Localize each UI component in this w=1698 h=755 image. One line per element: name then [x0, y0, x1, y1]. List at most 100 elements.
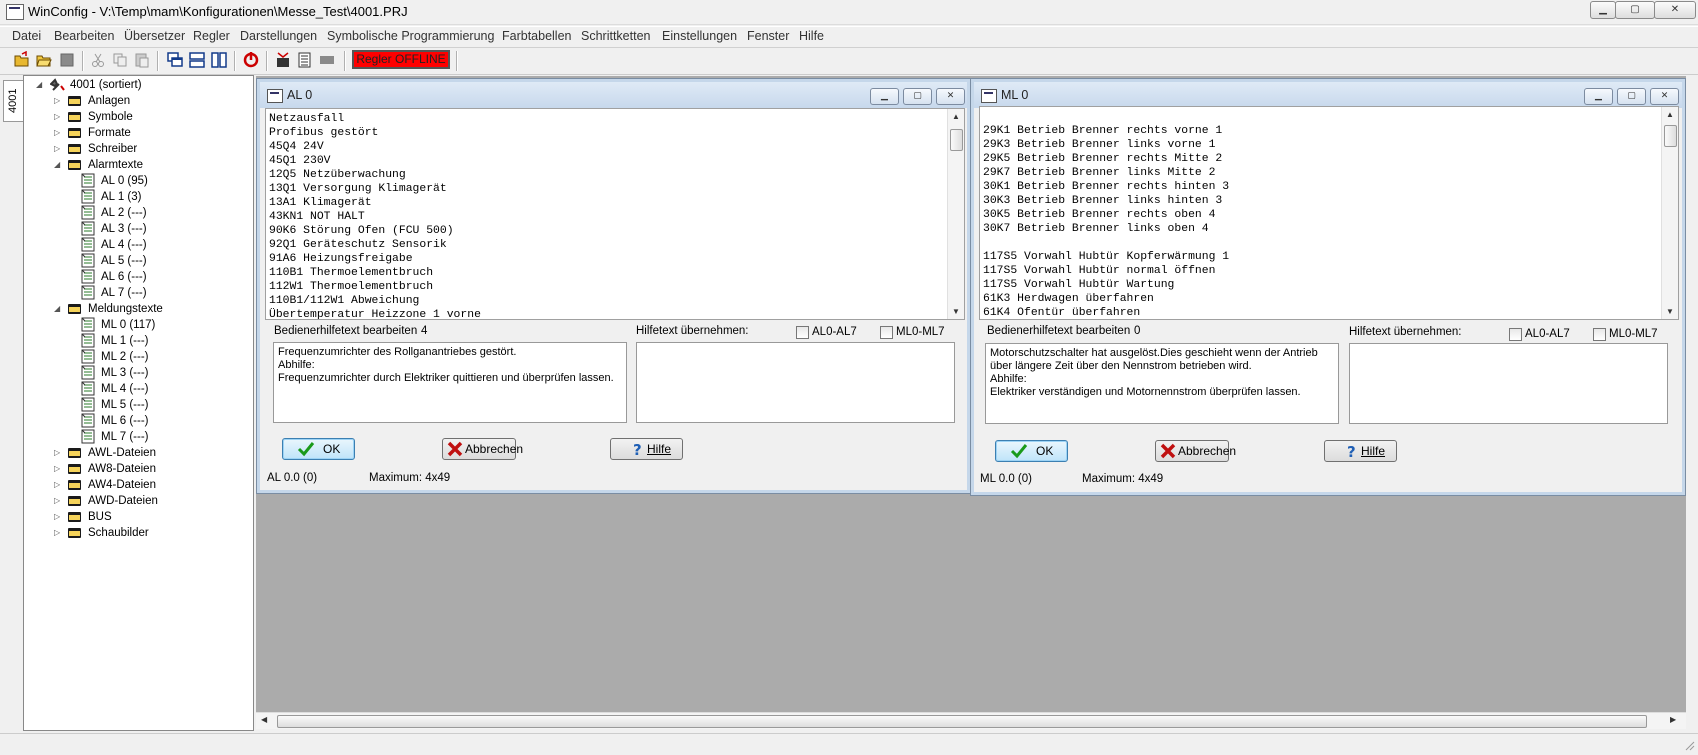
cut-icon[interactable]	[89, 51, 107, 69]
list-item[interactable]: 110B1/112W1 Abweichung	[269, 294, 481, 308]
al-cancel-button[interactable]: Abbrechen	[442, 438, 523, 460]
collapse-arrow-icon[interactable]: ◢	[54, 160, 63, 169]
ml-maximize-button[interactable]: ▢	[1617, 88, 1646, 105]
menu-uebersetzer[interactable]: Übersetzer	[124, 29, 185, 43]
expand-arrow-icon[interactable]: ▷	[54, 128, 63, 137]
list-item[interactable]: 110B1 Thermoelementbruch	[269, 266, 481, 280]
save-icon[interactable]	[58, 51, 76, 69]
scroll-down-icon[interactable]: ▼	[1666, 307, 1674, 316]
al-ml0-ml7-checkbox[interactable]	[880, 326, 893, 339]
list-item[interactable]: 30K7 Betrieb Brenner links oben 4	[983, 222, 1229, 236]
ml-take-help-text[interactable]	[1349, 343, 1668, 424]
ml-ml0-ml7-checkbox[interactable]	[1593, 328, 1606, 341]
expand-arrow-icon[interactable]: ▷	[54, 464, 63, 473]
ml-text-list[interactable]: 29K1 Betrieb Brenner rechts vorne 1 29K3 …	[979, 106, 1679, 320]
menu-fenster[interactable]: Fenster	[747, 29, 789, 43]
al-minimize-button[interactable]: ▁	[870, 88, 899, 105]
list-item[interactable]: 117S5 Vorwahl Hubtür Wartung	[983, 278, 1229, 292]
al-close-button[interactable]: ✕	[936, 88, 965, 105]
list-item[interactable]: Übertemperatur Heizzone 1 vorne	[269, 308, 481, 319]
ml-text-lines[interactable]: 29K1 Betrieb Brenner rechts vorne 1 29K3 …	[983, 110, 1229, 319]
menu-hilfe[interactable]: Hilfe	[799, 29, 824, 43]
al-ok-button[interactable]: OK	[282, 438, 355, 460]
open-project-icon[interactable]	[35, 51, 53, 69]
al-text-list[interactable]: Netzausfall Profibus gestört 45Q4 24V 45Q1 …	[265, 108, 965, 320]
stop-icon[interactable]	[318, 51, 336, 69]
al-al0-al7-checkbox[interactable]	[796, 326, 809, 339]
list-item[interactable]: 29K3 Betrieb Brenner links vorne 1	[983, 138, 1229, 152]
tile-horizontal-icon[interactable]	[188, 51, 206, 69]
list-item[interactable]: 90K6 Störung Ofen (FCU 500)	[269, 224, 481, 238]
scroll-thumb[interactable]	[950, 129, 963, 151]
expand-arrow-icon[interactable]: ▷	[54, 528, 63, 537]
list-item[interactable]: Netzausfall	[269, 112, 481, 126]
open-folder-icon[interactable]	[13, 50, 31, 69]
menu-schrittketten[interactable]: Schrittketten	[581, 29, 650, 43]
list-item[interactable]: 29K1 Betrieb Brenner rechts vorne 1	[983, 124, 1229, 138]
list-item[interactable]: 45Q1 230V	[269, 154, 481, 168]
workspace-hscrollbar[interactable]: ◀ ▶	[256, 712, 1686, 729]
paste-icon[interactable]	[133, 51, 151, 69]
menu-regler[interactable]: Regler	[193, 29, 230, 43]
list-item[interactable]: 92Q1 Geräteschutz Sensorik	[269, 238, 481, 252]
list-item[interactable]: 30K3 Betrieb Brenner links hinten 3	[983, 194, 1229, 208]
hscroll-thumb[interactable]	[277, 715, 1647, 728]
list-item[interactable]: 13A1 Klimagerät	[269, 196, 481, 210]
ml-help-button[interactable]: ? Hilfe	[1324, 440, 1397, 462]
al-help-button[interactable]: ? Hilfe	[610, 438, 683, 460]
scroll-up-icon[interactable]: ▲	[952, 112, 960, 121]
collapse-arrow-icon[interactable]: ◢	[36, 80, 45, 89]
ml-list-scrollbar[interactable]: ▲ ▼	[1661, 107, 1678, 319]
list-item[interactable]	[983, 110, 1229, 124]
al-help-text[interactable]: Frequenzumrichter des Rollganantriebes g…	[273, 342, 627, 423]
al-maximize-button[interactable]: ▢	[903, 88, 932, 105]
copy-icon[interactable]	[111, 51, 129, 69]
ml-ok-button[interactable]: OK	[995, 440, 1068, 462]
scroll-down-icon[interactable]: ▼	[952, 307, 960, 316]
list-item[interactable]: 112W1 Thermoelementbruch	[269, 280, 481, 294]
list-item[interactable]: 30K1 Betrieb Brenner rechts hinten 3	[983, 180, 1229, 194]
menu-bearbeiten[interactable]: Bearbeiten	[54, 29, 114, 43]
list-item[interactable]: 43KN1 NOT HALT	[269, 210, 481, 224]
menu-einstellungen[interactable]: Einstellungen	[662, 29, 737, 43]
scroll-right-icon[interactable]: ▶	[1670, 715, 1676, 724]
project-tab[interactable]: 4001	[3, 80, 24, 122]
expand-arrow-icon[interactable]: ▷	[54, 512, 63, 521]
ml-window-titlebar[interactable]: ML 0 ▁ ▢ ✕	[974, 82, 1682, 108]
ml-close-button[interactable]: ✕	[1650, 88, 1679, 105]
expand-arrow-icon[interactable]: ▷	[54, 448, 63, 457]
collapse-arrow-icon[interactable]: ◢	[54, 304, 63, 313]
menu-symbolische-programmierung[interactable]: Symbolische Programmierung	[327, 29, 494, 43]
minimize-button[interactable]: ▁	[1590, 1, 1616, 19]
transfer-icon[interactable]	[274, 51, 292, 69]
cascade-windows-icon[interactable]	[166, 51, 184, 69]
menu-farbtabellen[interactable]: Farbtabellen	[502, 29, 572, 43]
maximize-button[interactable]: ▢	[1615, 1, 1655, 19]
list-item[interactable]: 12Q5 Netzüberwachung	[269, 168, 481, 182]
close-button[interactable]: ✕	[1654, 1, 1696, 19]
connect-icon[interactable]	[242, 51, 260, 69]
expand-arrow-icon[interactable]: ▷	[54, 496, 63, 505]
scroll-up-icon[interactable]: ▲	[1666, 110, 1674, 119]
list-item[interactable]: 61K4 Ofentür überfahren	[983, 306, 1229, 319]
tile-vertical-icon[interactable]	[210, 51, 228, 69]
ml-al0-al7-checkbox[interactable]	[1509, 328, 1522, 341]
list-icon[interactable]	[296, 51, 314, 69]
list-item[interactable]: 61K3 Herdwagen überfahren	[983, 292, 1229, 306]
list-item[interactable]: 13Q1 Versorgung Klimagerät	[269, 182, 481, 196]
scroll-left-icon[interactable]: ◀	[261, 715, 267, 724]
list-item[interactable]: 30K5 Betrieb Brenner rechts oben 4	[983, 208, 1229, 222]
al-window-titlebar[interactable]: AL 0 ▁ ▢ ✕	[260, 82, 967, 108]
al-text-lines[interactable]: Netzausfall Profibus gestört 45Q4 24V 45Q1 …	[269, 112, 481, 319]
list-item[interactable]: Profibus gestört	[269, 126, 481, 140]
ml-help-text[interactable]: Motorschutzschalter hat ausgelöst.Dies g…	[985, 343, 1339, 424]
scroll-thumb[interactable]	[1664, 125, 1677, 147]
expand-arrow-icon[interactable]: ▷	[54, 480, 63, 489]
menu-datei[interactable]: Datei	[12, 29, 41, 43]
al-list-scrollbar[interactable]: ▲ ▼	[947, 109, 964, 319]
list-item[interactable]: 29K7 Betrieb Brenner links Mitte 2	[983, 166, 1229, 180]
list-item[interactable]	[983, 236, 1229, 250]
expand-arrow-icon[interactable]: ▷	[54, 144, 63, 153]
ml-minimize-button[interactable]: ▁	[1584, 88, 1613, 105]
list-item[interactable]: 117S5 Vorwahl Hubtür Kopferwärmung 1	[983, 250, 1229, 264]
